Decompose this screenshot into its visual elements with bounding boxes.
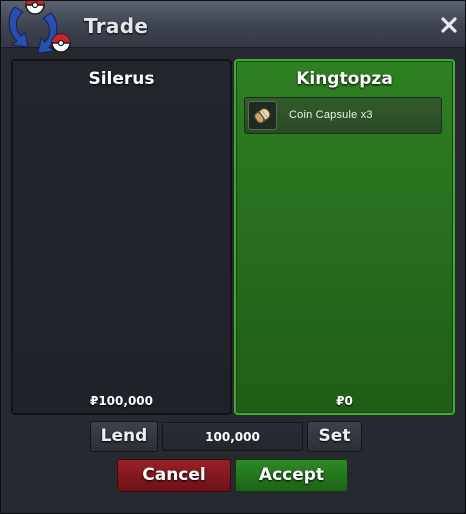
partner-offer-panel: Kingtopza Coin Capsule x3 ₽0	[234, 59, 455, 415]
money-offer-partner: ₽0	[336, 394, 353, 408]
lend-button[interactable]: Lend	[90, 421, 158, 452]
money-offer-self: ₽100,000	[89, 394, 153, 408]
accept-button[interactable]: Accept	[235, 459, 348, 492]
my-offer-panel: Silerus ₽100,000	[11, 59, 232, 415]
trade-exchange-logo	[8, 1, 71, 54]
item-label: Coin Capsule x3	[289, 109, 373, 121]
close-icon[interactable]	[440, 16, 458, 34]
money-amount-input[interactable]	[162, 422, 303, 451]
cancel-button[interactable]: Cancel	[117, 459, 231, 492]
player-name-self: Silerus	[88, 69, 155, 89]
coin-capsule-icon	[248, 101, 277, 130]
window-title: Trade	[84, 14, 149, 38]
offered-item-slot[interactable]: Coin Capsule x3	[244, 97, 442, 134]
player-name-partner: Kingtopza	[296, 69, 393, 89]
trade-window: Trade Silerus ₽100,000 Kingtopza Coin Ca…	[0, 0, 466, 514]
set-money-button[interactable]: Set	[307, 421, 362, 452]
